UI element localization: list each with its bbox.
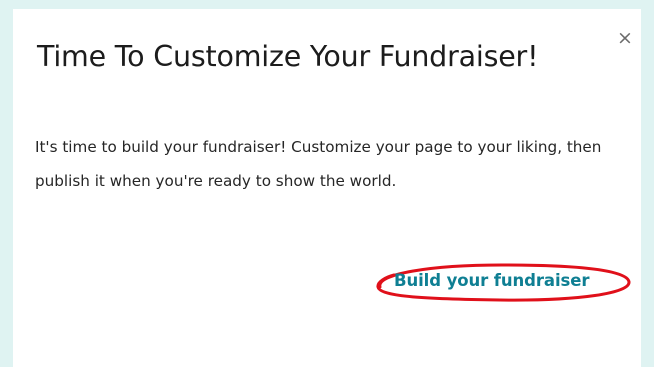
customize-fundraiser-dialog: Time To Customize Your Fundraiser! × It'…	[13, 9, 641, 367]
close-icon[interactable]: ×	[616, 27, 634, 49]
build-fundraiser-link[interactable]: Build your fundraiser	[394, 271, 589, 290]
build-fundraiser-link-area: Build your fundraiser	[370, 260, 634, 304]
dialog-body-text: It's time to build your fundraiser! Cust…	[35, 138, 602, 190]
dialog-title: Time To Customize Your Fundraiser!	[37, 40, 539, 73]
